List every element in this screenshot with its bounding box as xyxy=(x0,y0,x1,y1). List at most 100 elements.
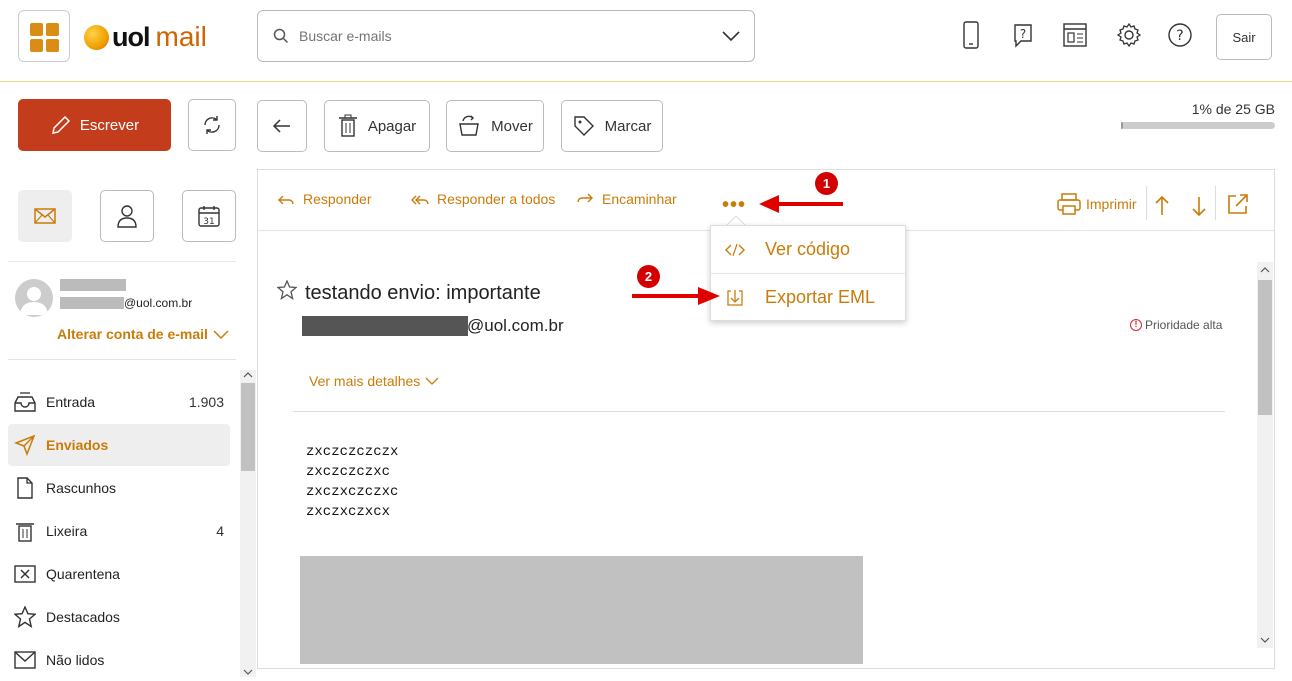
avatar[interactable] xyxy=(15,279,53,317)
apps-grid-icon xyxy=(30,39,43,52)
account-email-redacted xyxy=(60,297,124,309)
top-header: uol mail ? ? Sair xyxy=(0,0,1292,82)
code-icon xyxy=(725,243,745,256)
trash-icon xyxy=(338,114,357,137)
apps-grid-icon xyxy=(30,23,43,36)
action-separator xyxy=(1215,186,1216,220)
export-eml-menu-item[interactable]: Exportar EML xyxy=(711,274,907,321)
forward-icon xyxy=(577,193,593,203)
tag-label: Marcar xyxy=(604,117,652,135)
scroll-up-arrow-icon[interactable] xyxy=(1260,266,1270,274)
reply-all-button[interactable]: Responder a todos xyxy=(411,191,555,207)
change-account-link[interactable]: Alterar conta de e-mail xyxy=(57,326,229,342)
scroll-up-arrow-icon[interactable] xyxy=(243,371,253,379)
scroll-down-arrow-icon[interactable] xyxy=(1260,636,1270,644)
trash-icon xyxy=(12,518,38,544)
sidebar-item-rascunhos[interactable]: Rascunhos xyxy=(8,467,230,509)
chevron-down-icon xyxy=(425,377,439,385)
logo-product: mail xyxy=(155,21,207,52)
more-details-link[interactable]: Ver mais detalhes xyxy=(309,373,439,389)
view-code-label: Ver código xyxy=(765,239,851,259)
apps-grid-icon xyxy=(46,23,59,36)
refresh-icon xyxy=(204,116,220,134)
body-line: zxczczczxc xyxy=(306,464,391,480)
compose-button[interactable]: Escrever xyxy=(18,99,171,151)
sidebar-item-entrada[interactable]: Entrada 1.903 xyxy=(8,381,230,423)
search-bar[interactable] xyxy=(257,10,755,62)
logout-button[interactable]: Sair xyxy=(1216,14,1272,60)
search-input[interactable] xyxy=(299,28,699,44)
back-button[interactable] xyxy=(257,100,307,152)
more-actions-dropdown: Ver código Exportar EML xyxy=(710,225,907,321)
tag-icon xyxy=(573,116,594,136)
sidebar-item-destacados[interactable]: Destacados xyxy=(8,596,230,638)
sidebar-item-count: 1.903 xyxy=(188,394,224,410)
contact-person-icon xyxy=(117,205,137,228)
message-subject: testando envio: importante xyxy=(305,282,541,304)
reply-label: Responder xyxy=(303,191,372,207)
mobile-icon[interactable] xyxy=(957,20,985,50)
message-body: zxczczczczx zxczczczxc zxczxczczxc zxczx… xyxy=(306,442,398,522)
star-icon[interactable] xyxy=(277,280,297,300)
sidebar-item-enviados[interactable]: Enviados xyxy=(8,424,230,466)
chevron-down-icon[interactable] xyxy=(720,25,742,47)
uol-mail-logo[interactable]: uol mail xyxy=(84,20,207,54)
calendar-icon: 31 xyxy=(198,206,220,227)
view-code-menu-item[interactable]: Ver código xyxy=(711,226,907,273)
arrow-left-icon xyxy=(272,119,290,133)
action-separator xyxy=(1146,186,1147,220)
unread-icon xyxy=(12,647,38,673)
more-actions-button[interactable]: ••• xyxy=(722,194,746,217)
sidebar-item-label: Não lidos xyxy=(46,652,105,668)
scroll-down-arrow-icon[interactable] xyxy=(243,668,253,676)
tag-button[interactable]: Marcar xyxy=(561,100,663,152)
settings-gear-icon[interactable] xyxy=(1115,20,1143,50)
sidebar-item-label: Lixeira xyxy=(46,523,88,539)
storage-quota-bar xyxy=(1121,122,1275,129)
move-button[interactable]: Mover xyxy=(446,100,544,152)
apps-menu-button[interactable] xyxy=(18,10,70,62)
arrow-up-icon[interactable] xyxy=(1152,194,1172,218)
inbox-icon xyxy=(12,389,38,415)
svg-text:31: 31 xyxy=(203,217,214,227)
sidebar-item-lixeira[interactable]: Lixeira 4 xyxy=(8,510,230,552)
sidebar-scroll-thumb[interactable] xyxy=(241,383,255,471)
body-line: zxczczczczx xyxy=(306,444,399,460)
sidebar-item-label: Rascunhos xyxy=(46,480,117,496)
annotation-arrow-1 xyxy=(759,195,843,213)
sidebar-item-nao-lidos[interactable]: Não lidos xyxy=(8,639,230,681)
reply-button[interactable]: Responder xyxy=(277,191,372,207)
tab-calendar[interactable]: 31 xyxy=(182,190,236,242)
arrow-down-icon[interactable] xyxy=(1189,194,1209,218)
sender-redacted xyxy=(302,316,468,336)
open-external-icon[interactable] xyxy=(1226,192,1250,216)
sidebar-item-label: Quarentena xyxy=(46,566,120,582)
sidebar-item-quarentena[interactable]: Quarentena xyxy=(8,553,230,595)
news-icon[interactable] xyxy=(1061,20,1089,50)
search-icon xyxy=(273,28,289,44)
reply-all-icon xyxy=(411,195,429,205)
change-account-label: Alterar conta de e-mail xyxy=(57,326,208,342)
printer-icon xyxy=(1057,193,1081,215)
compose-label: Escrever xyxy=(79,116,140,134)
forward-label: Encaminhar xyxy=(602,191,677,207)
tab-contacts[interactable] xyxy=(100,190,154,242)
download-icon xyxy=(727,289,743,306)
delete-label: Apagar xyxy=(367,117,417,135)
quarantine-icon xyxy=(12,561,38,587)
help-chat-icon[interactable]: ? xyxy=(1008,20,1036,50)
export-eml-label: Exportar EML xyxy=(765,287,876,307)
print-button[interactable]: Imprimir xyxy=(1056,192,1137,216)
help-icon[interactable]: ? xyxy=(1166,20,1194,50)
tab-mail[interactable] xyxy=(18,190,72,242)
sidebar-item-label: Enviados xyxy=(46,437,109,453)
svg-text:?: ? xyxy=(1176,28,1183,44)
logo-brand: uol xyxy=(112,21,150,52)
message-scroll-thumb[interactable] xyxy=(1258,280,1272,415)
forward-button[interactable]: Encaminhar xyxy=(576,191,677,207)
refresh-button[interactable] xyxy=(188,99,236,151)
reply-all-label: Responder a todos xyxy=(437,191,556,207)
delete-button[interactable]: Apagar xyxy=(324,100,430,152)
move-label: Mover xyxy=(491,117,533,135)
print-label: Imprimir xyxy=(1086,196,1137,212)
